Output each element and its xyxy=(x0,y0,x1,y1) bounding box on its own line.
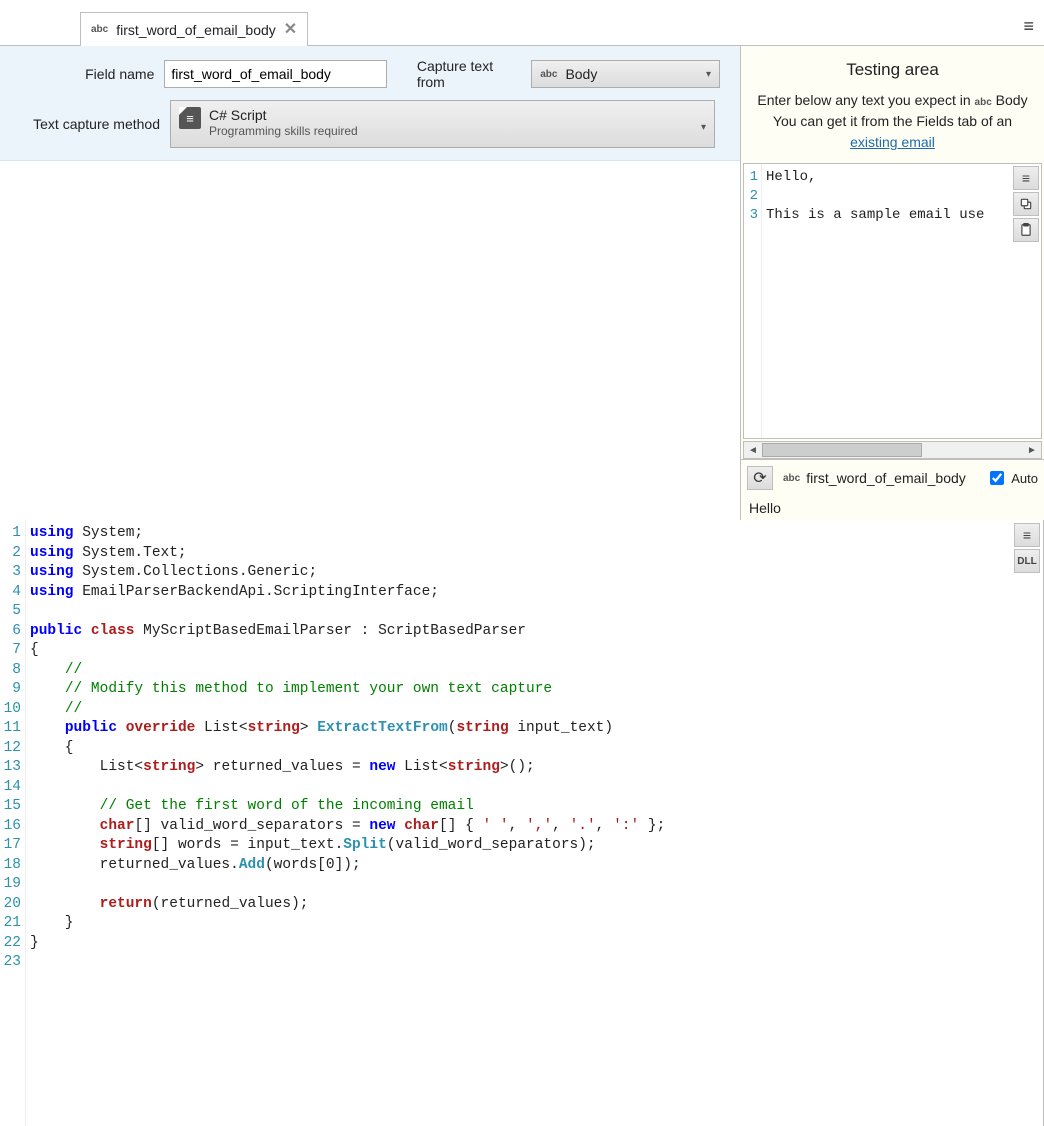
abc-icon: abc xyxy=(91,24,108,35)
capture-from-value: Body xyxy=(565,66,597,82)
chevron-down-icon: ▾ xyxy=(701,122,706,133)
refresh-icon[interactable]: ⟳ xyxy=(747,466,773,490)
result-output: Hello xyxy=(741,496,1044,520)
result-bar: ⟳ abc first_word_of_email_body Auto xyxy=(741,459,1044,496)
tab-title: first_word_of_email_body xyxy=(116,22,276,38)
scroll-left-icon[interactable]: ◄ xyxy=(744,445,762,456)
line-gutter: 1234567891011121314151617181920212223 xyxy=(0,520,26,1126)
scroll-thumb[interactable] xyxy=(762,443,922,457)
method-subtitle: Programming skills required xyxy=(209,124,358,138)
testing-title: Testing area xyxy=(751,60,1034,80)
chevron-down-icon: ▾ xyxy=(706,69,711,80)
paste-icon[interactable] xyxy=(1013,218,1039,242)
result-field-label: first_word_of_email_body xyxy=(806,470,966,486)
testing-panel: Testing area Enter below any text you ex… xyxy=(740,46,1044,520)
hamburger-icon[interactable]: ≡ xyxy=(1023,16,1034,37)
tab-strip: abc first_word_of_email_body ✕ ≡ xyxy=(0,0,1044,46)
script-file-icon: ≡ xyxy=(179,107,201,129)
hamburger-icon[interactable]: ≡ xyxy=(1014,523,1040,547)
hamburger-icon[interactable]: ≡ xyxy=(1013,166,1039,190)
tab-field[interactable]: abc first_word_of_email_body ✕ xyxy=(80,12,308,46)
method-title: C# Script xyxy=(209,107,358,124)
auto-checkbox[interactable] xyxy=(990,471,1004,485)
field-name-input[interactable] xyxy=(164,60,386,88)
code-editor[interactable]: 1234567891011121314151617181920212223 us… xyxy=(0,520,1044,1126)
existing-email-link[interactable]: existing email xyxy=(850,134,935,150)
abc-icon: abc xyxy=(975,97,992,108)
config-panel: Field name Capture text from abc Body ▾ … xyxy=(0,46,740,161)
abc-icon: abc xyxy=(783,473,800,484)
test-text-content[interactable]: Hello, This is a sample email use xyxy=(762,164,1041,438)
code-content[interactable]: using System;using System.Text;using Sys… xyxy=(26,520,1043,1126)
dll-button[interactable]: DLL xyxy=(1014,549,1040,573)
abc-icon: abc xyxy=(540,69,557,80)
copy-icon[interactable] xyxy=(1013,192,1039,216)
field-name-label: Field name xyxy=(0,66,154,82)
test-input[interactable]: 123 Hello, This is a sample email use ≡ xyxy=(743,163,1042,439)
capture-from-label: Capture text from xyxy=(417,58,521,90)
capture-from-select[interactable]: abc Body ▾ xyxy=(531,60,720,88)
method-label: Text capture method xyxy=(0,116,160,132)
horizontal-scrollbar[interactable]: ◄ ► xyxy=(743,441,1042,459)
scroll-right-icon[interactable]: ► xyxy=(1023,445,1041,456)
capture-method-select[interactable]: ≡ C# Script Programming skills required … xyxy=(170,100,715,148)
auto-label: Auto xyxy=(1011,471,1038,486)
line-gutter: 123 xyxy=(744,164,762,438)
close-icon[interactable]: ✕ xyxy=(284,22,297,38)
testing-desc: Enter below any text you expect in abc B… xyxy=(751,90,1034,153)
